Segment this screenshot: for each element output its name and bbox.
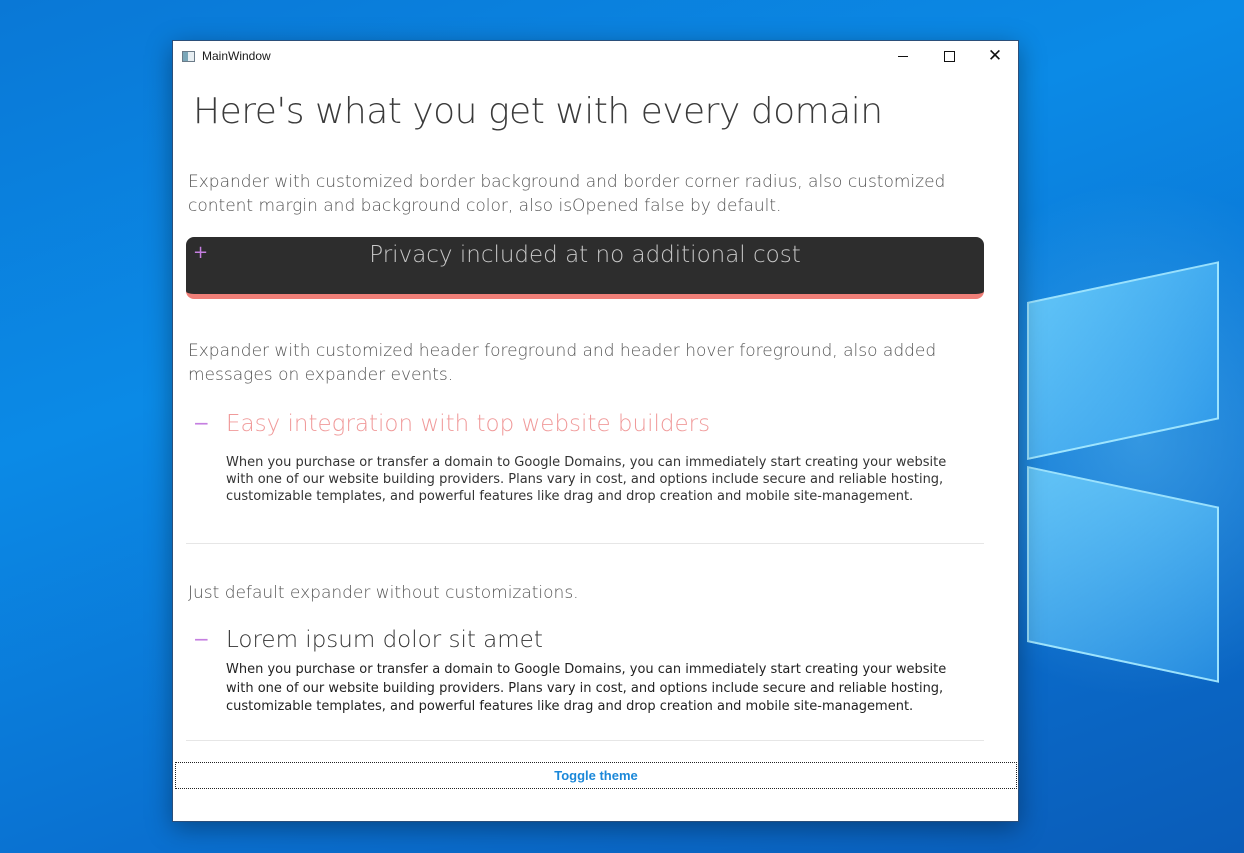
expander-description-1: Expander with customized border backgrou… — [188, 172, 946, 216]
close-icon: ✕ — [987, 45, 1003, 66]
divider — [186, 543, 984, 544]
window-title: MainWindow — [202, 49, 271, 63]
close-button[interactable]: ✕ — [972, 41, 1018, 71]
divider — [186, 740, 984, 741]
page-title: Here's what you get with every domain — [193, 91, 883, 132]
integration-expander-header[interactable]: Easy integration with top website builde… — [226, 411, 710, 437]
window-content: Here's what you get with every domain Ex… — [173, 71, 1018, 821]
main-window: MainWindow ✕ Here's what you get with ev… — [172, 40, 1019, 822]
lorem-expander-header[interactable]: Lorem ipsum dolor sit amet — [226, 627, 543, 653]
maximize-button[interactable] — [926, 41, 972, 71]
privacy-expander[interactable]: + Privacy included at no additional cost — [186, 237, 984, 299]
caption-buttons: ✕ — [880, 41, 1018, 71]
minimize-icon — [898, 55, 908, 57]
toggle-theme-button[interactable]: Toggle theme — [175, 762, 1017, 789]
expander-description-3: Just default expander without customizat… — [188, 583, 579, 603]
privacy-expander-header[interactable]: Privacy included at no additional cost — [186, 242, 984, 268]
expander-description-2: Expander with customized header foregrou… — [188, 341, 937, 385]
collapse-minus-icon[interactable]: − — [193, 627, 210, 651]
minimize-button[interactable] — [880, 41, 926, 71]
app-window-icon — [182, 50, 195, 62]
collapse-minus-icon[interactable]: − — [193, 411, 210, 435]
integration-expander-content: When you purchase or transfer a domain t… — [226, 455, 947, 504]
title-bar[interactable]: MainWindow ✕ — [173, 41, 1018, 71]
maximize-icon — [943, 50, 955, 62]
lorem-expander-content: When you purchase or transfer a domain t… — [226, 662, 947, 714]
